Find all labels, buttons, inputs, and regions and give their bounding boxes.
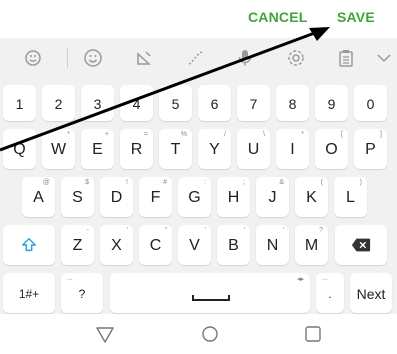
key-s[interactable]: $ S (61, 177, 94, 217)
navigation-bar (0, 314, 397, 354)
next-key[interactable]: Next (350, 273, 392, 313)
space-icon (192, 295, 230, 301)
shift-icon (21, 237, 37, 252)
smiley-icon[interactable] (80, 46, 106, 70)
key-h[interactable]: ; H (217, 177, 250, 217)
collapse-icon[interactable] (371, 46, 397, 70)
key-i[interactable]: * I (276, 129, 309, 169)
key-m[interactable]: ? M (295, 225, 328, 265)
key-w[interactable]: * W (42, 129, 75, 169)
key-5[interactable]: 5 (159, 85, 192, 121)
key-l[interactable]: ) L (334, 177, 367, 217)
key-j[interactable]: & J (256, 177, 289, 217)
key-v[interactable]: ' V (178, 225, 211, 265)
key-g[interactable]: :G (178, 177, 211, 217)
key-x[interactable]: ' X (100, 225, 133, 265)
delete-key[interactable] (335, 225, 387, 265)
cancel-button[interactable]: CANCEL (248, 9, 308, 25)
key-6[interactable]: 6 (198, 85, 231, 121)
key-3[interactable]: 3 (81, 85, 114, 121)
key-a[interactable]: @ A (22, 177, 55, 217)
key-o[interactable]: [O (315, 129, 348, 169)
key-r[interactable]: = R (120, 129, 153, 169)
key-f[interactable]: # F (139, 177, 172, 217)
cursor-arrows-icon: ◂▸ (296, 276, 304, 283)
key-k[interactable]: (K (295, 177, 328, 217)
key-p[interactable]: ] P (354, 129, 387, 169)
key-9[interactable]: 9 (315, 85, 348, 121)
recents-icon[interactable] (302, 323, 324, 345)
question-key[interactable]: ...? (61, 273, 103, 313)
key-d[interactable]: ! D (100, 177, 133, 217)
key-e[interactable]: + E (81, 129, 114, 169)
key-b[interactable]: ' B (217, 225, 250, 265)
key-n[interactable]: ' N (256, 225, 289, 265)
period-key[interactable]: .... (316, 273, 344, 313)
key-2[interactable]: 2 (42, 85, 75, 121)
key-q[interactable]: Q (3, 129, 36, 169)
key-c[interactable]: " C (139, 225, 172, 265)
mic-icon[interactable] (232, 46, 258, 70)
key-1[interactable]: 1 (3, 85, 36, 121)
shift-key[interactable] (3, 225, 55, 265)
key-7[interactable]: 7 (237, 85, 270, 121)
key-8[interactable]: 8 (276, 85, 309, 121)
symbols-key[interactable]: 1#+ (3, 273, 55, 313)
space-key[interactable]: ◂▸ (110, 273, 310, 313)
key-0[interactable]: 0 (354, 85, 387, 121)
brush-icon[interactable] (183, 46, 209, 70)
home-icon[interactable] (199, 323, 221, 345)
keyboard-toolbar (0, 38, 397, 78)
keyboard: 1 2 3 4 5 6 7 8 9 0 Q * W + E = R % T / Y \ U … (0, 38, 397, 314)
emoji-sticker-icon[interactable] (20, 46, 46, 70)
back-icon[interactable] (94, 323, 116, 345)
backspace-icon (351, 238, 371, 252)
toolbar-separator (67, 48, 68, 68)
action-bar: CANCEL SAVE (0, 0, 397, 38)
key-u[interactable]: \ U (237, 129, 270, 169)
key-y[interactable]: / Y (198, 129, 231, 169)
key-t[interactable]: % T (159, 129, 192, 169)
key-4[interactable]: 4 (120, 85, 153, 121)
handwriting-icon[interactable] (131, 46, 157, 70)
key-z[interactable]: -Z (61, 225, 94, 265)
clipboard-icon[interactable] (333, 46, 359, 70)
settings-icon[interactable] (283, 46, 309, 70)
save-button[interactable]: SAVE (337, 9, 375, 25)
